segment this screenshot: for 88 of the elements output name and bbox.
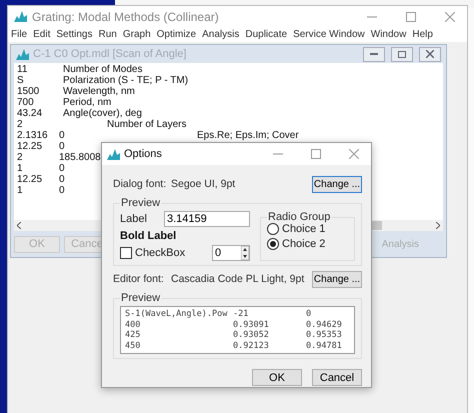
- value-cell-text: 0: [59, 163, 66, 174]
- maximize-icon[interactable]: [406, 12, 416, 22]
- bold-label: Bold Label: [120, 230, 178, 242]
- preview-text: 0: [306, 309, 312, 320]
- preview-text: 425: [125, 330, 142, 340]
- value-cell-text: 0: [59, 141, 66, 152]
- group-title: Preview: [120, 292, 162, 304]
- preview-text: 0.94781: [306, 340, 343, 351]
- restore-button[interactable]: [391, 46, 413, 62]
- logo-icon: [107, 148, 120, 160]
- menu-item[interactable]: Run: [98, 29, 117, 40]
- value-cell-text: 0: [59, 130, 66, 141]
- preview-text: 0.92123: [233, 340, 270, 351]
- preview-text: 0.95353: [306, 330, 343, 340]
- menu-item[interactable]: Optimize: [156, 29, 196, 40]
- close-icon: [426, 50, 434, 58]
- menu-item[interactable]: Graph: [122, 29, 151, 40]
- logo-icon: [14, 11, 27, 22]
- value-cell-text: 2: [17, 152, 24, 163]
- radio-button[interactable]: [267, 223, 279, 235]
- parameter-label: Number of Modes: [63, 64, 144, 75]
- parameter-label: Period, nm: [63, 97, 112, 108]
- preview-text: 0.93052: [233, 330, 270, 340]
- parameter-label: Angle(cover), deg: [63, 108, 143, 119]
- checkbox[interactable]: [120, 247, 132, 259]
- value-cell-text: 2.1316: [17, 130, 49, 141]
- spin-arrows-icon[interactable]: [241, 246, 249, 260]
- window-title: Grating: Modal Methods (Collinear): [32, 10, 220, 24]
- group-title: Preview: [120, 197, 162, 209]
- dialog-title: Options: [124, 148, 163, 160]
- document-title: C-1 C0 Opt.mdl [Scan of Angle]: [33, 48, 188, 60]
- value-cell-text: 12.25: [17, 174, 44, 185]
- scroll-left-icon[interactable]: [17, 222, 21, 229]
- change-button[interactable]: Change ...: [312, 176, 362, 192]
- value-cell-text: 12.25: [17, 141, 44, 152]
- restore-icon: [398, 50, 406, 58]
- field-label: Dialog font:: [113, 178, 168, 190]
- field-label: Label: [120, 213, 147, 225]
- change-button[interactable]: Change ...: [312, 270, 362, 288]
- value-cell-text: 1500: [17, 86, 40, 97]
- close-icon[interactable]: [445, 12, 455, 22]
- value-cell-text: 2: [17, 119, 24, 130]
- maximize-icon[interactable]: [311, 149, 321, 159]
- menu-item[interactable]: Settings: [56, 29, 92, 40]
- field-label: Editor font:: [113, 273, 165, 285]
- value-cell-text: 185.8008: [59, 152, 102, 163]
- close-icon[interactable]: [349, 149, 359, 159]
- value-cell-text: 1: [17, 163, 24, 174]
- group-title: Radio Group: [267, 211, 332, 223]
- logo-icon: [16, 48, 29, 60]
- minimize-button[interactable]: [363, 46, 385, 62]
- menu-item[interactable]: File: [11, 29, 28, 40]
- parameter-label: Wavelength, nm: [63, 86, 136, 97]
- value-cell-text: 1: [17, 185, 24, 196]
- menu-item[interactable]: Analysis: [202, 29, 240, 40]
- radio-label: Choice 2: [282, 238, 326, 250]
- value-cell-text: 11: [17, 64, 28, 75]
- value-cell-text: S: [17, 75, 25, 86]
- spin-field[interactable]: 0: [212, 245, 250, 261]
- preview-text: 450: [125, 340, 142, 351]
- dialog-button[interactable]: OK: [252, 369, 302, 386]
- value-cell-text: 43.24: [17, 108, 44, 119]
- preview-text: 0.93091: [233, 320, 270, 330]
- menu-item[interactable]: Duplicate: [245, 29, 288, 40]
- menu-item[interactable]: Service Window: [293, 29, 365, 40]
- radio-label: Choice 1: [282, 223, 326, 235]
- menu-item[interactable]: Edit: [33, 29, 50, 40]
- preview-text: 400: [125, 320, 142, 330]
- value-cell-text: 0: [59, 185, 66, 196]
- font-value: Cascadia Code PL Light, 9pt: [171, 273, 306, 285]
- radio-button[interactable]: [267, 238, 279, 250]
- input-field[interactable]: 3.14159: [164, 211, 250, 227]
- font-value: Segoe UI, 9pt: [171, 178, 236, 190]
- parameter-label: Eps.Re; Eps.Im; Cover: [197, 130, 300, 141]
- dialog-button[interactable]: Cancel: [312, 369, 362, 386]
- parameter-label: Number of Layers: [107, 119, 188, 130]
- menu-item[interactable]: Window: [370, 29, 406, 40]
- checkbox-label: CheckBox: [135, 247, 186, 259]
- value-cell-text: 0: [59, 174, 66, 185]
- close-button[interactable]: [419, 46, 441, 62]
- preview-text: S-1(WaveL,Angle).Pow: [125, 309, 228, 320]
- scroll-right-icon[interactable]: [436, 222, 440, 229]
- value-cell-text: 700: [17, 97, 35, 108]
- preview-text: -21: [233, 309, 250, 320]
- minimize-icon: [370, 53, 378, 55]
- preview-text: 0.94629: [306, 320, 343, 330]
- parameter-label: Polarization (S - TE; P - TM): [63, 75, 190, 86]
- menu-item[interactable]: Help: [412, 29, 433, 40]
